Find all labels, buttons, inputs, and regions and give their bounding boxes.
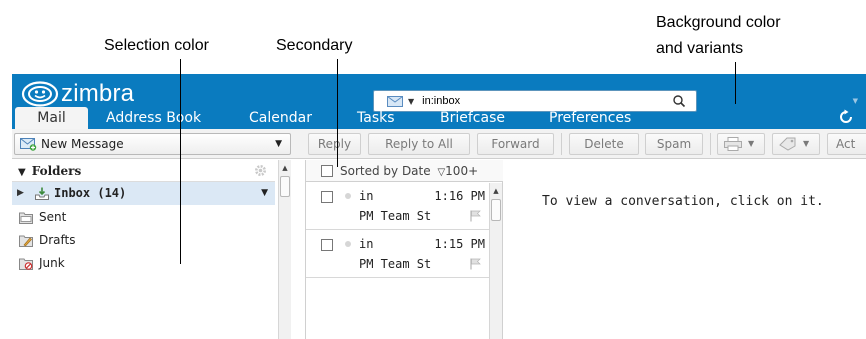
callout-secondary: Secondary <box>276 37 353 54</box>
delete-button[interactable]: Delete <box>569 133 639 155</box>
sent-folder-icon <box>19 212 33 224</box>
refresh-icon[interactable] <box>838 109 854 125</box>
unread-dot-icon[interactable] <box>345 193 351 199</box>
scroll-thumb[interactable] <box>280 176 290 197</box>
tab-briefcase[interactable]: Briefcase <box>440 107 505 129</box>
message-list-pane: Sorted by Date ▽100+ in 1:16 PM PM Team … <box>305 160 503 339</box>
folder-item-drafts[interactable]: Drafts <box>12 229 275 252</box>
flag-icon[interactable] <box>470 210 481 222</box>
message-checkbox[interactable] <box>321 239 333 251</box>
printer-icon <box>724 137 742 151</box>
sort-label: Sorted by Date <box>340 164 431 178</box>
new-message-icon <box>20 138 37 151</box>
zimbra-logo-icon <box>21 81 59 107</box>
message-folder: in <box>359 237 374 251</box>
folder-tree-pane: ▼ Folders ▶ Inbox (14) ▼ Sent Drafts Jun… <box>12 160 291 339</box>
folder-dropdown-icon[interactable]: ▼ <box>261 182 268 205</box>
toolbar-separator <box>561 133 562 155</box>
message-subject: PM Team St <box>359 209 432 223</box>
tag-button[interactable]: ▼ <box>772 133 820 155</box>
reply-all-button[interactable]: Reply to All <box>368 133 470 155</box>
collapse-triangle-icon[interactable]: ▼ <box>18 167 26 178</box>
forward-button[interactable]: Forward <box>477 133 554 155</box>
zimbra-window: zimbra ▼ in:inbox ▼ Mail Address Book Ca… <box>12 74 866 339</box>
logo-wordmark: zimbra <box>61 80 135 107</box>
message-subject: PM Team St <box>359 257 432 271</box>
scroll-thumb[interactable] <box>491 199 501 221</box>
app-header: zimbra ▼ in:inbox ▼ Mail Address Book Ca… <box>12 74 866 129</box>
search-type-dropdown-icon[interactable]: ▼ <box>408 97 414 106</box>
scroll-up-arrow-icon[interactable]: ▲ <box>490 185 502 197</box>
actions-button[interactable]: Act <box>827 133 866 155</box>
callout-background-line1: Background color <box>656 14 781 31</box>
tag-dropdown-icon[interactable]: ▼ <box>803 134 809 154</box>
spam-button[interactable]: Spam <box>645 133 703 155</box>
reading-pane: To view a conversation, click on it. <box>504 160 866 339</box>
tag-icon <box>779 137 796 151</box>
folder-item-inbox[interactable]: ▶ Inbox (14) ▼ <box>12 182 275 205</box>
sort-by-control[interactable]: Sorted by Date ▽100+ <box>340 160 478 184</box>
toolbar-separator <box>710 133 711 155</box>
tab-mail[interactable]: Mail <box>15 107 88 129</box>
message-list-header: Sorted by Date ▽100+ <box>306 160 503 182</box>
print-button[interactable]: ▼ <box>717 133 765 155</box>
mail-toolbar: New Message ▼ Reply Reply to All Forward… <box>12 129 866 159</box>
tab-preferences[interactable]: Preferences <box>549 107 631 129</box>
tab-tasks[interactable]: Tasks <box>357 107 395 129</box>
callout-background-line2: and variants <box>656 40 744 57</box>
junk-folder-icon <box>19 258 33 270</box>
new-message-dropdown-icon[interactable]: ▼ <box>275 134 282 154</box>
folders-header[interactable]: ▼ Folders <box>12 160 275 182</box>
message-checkbox[interactable] <box>321 191 333 203</box>
folder-item-sent[interactable]: Sent <box>12 206 275 229</box>
message-list-scrollbar[interactable]: ▲ <box>489 183 502 339</box>
folder-label: Junk <box>39 256 65 270</box>
inbox-icon <box>35 187 49 200</box>
expand-triangle-icon[interactable]: ▶ <box>17 182 24 205</box>
new-message-label: New Message <box>41 137 124 151</box>
print-dropdown-icon[interactable]: ▼ <box>748 134 754 154</box>
scroll-up-arrow-icon[interactable]: ▲ <box>279 162 291 174</box>
callout-line-selection <box>180 59 181 264</box>
gear-icon[interactable] <box>254 164 267 177</box>
app-tab-bar: Mail Address Book Calendar Tasks Briefca… <box>12 106 866 129</box>
zimbra-logo[interactable]: zimbra <box>21 80 135 107</box>
message-row[interactable]: in 1:15 PM PM Team St <box>306 231 489 278</box>
folder-label: Sent <box>39 210 67 224</box>
callout-line-background <box>735 62 736 104</box>
header-menu-caret-icon[interactable]: ▼ <box>853 97 858 105</box>
tab-address-book[interactable]: Address Book <box>106 107 201 129</box>
reading-pane-message: To view a conversation, click on it. <box>542 194 824 209</box>
mail-envelope-icon[interactable] <box>387 95 403 107</box>
folders-header-label: Folders <box>31 164 82 178</box>
folder-label: Drafts <box>39 233 76 247</box>
message-row[interactable]: in 1:16 PM PM Team St <box>306 183 489 230</box>
message-time: 1:15 PM <box>434 237 485 251</box>
callout-line-secondary <box>337 59 338 167</box>
folder-scrollbar[interactable]: ▲ <box>278 160 291 339</box>
drafts-folder-icon <box>19 235 33 247</box>
folder-label: Inbox (14) <box>54 186 127 200</box>
tab-calendar[interactable]: Calendar <box>249 107 312 129</box>
reply-button[interactable]: Reply <box>308 133 361 155</box>
select-all-checkbox[interactable] <box>321 165 333 177</box>
message-time: 1:16 PM <box>434 189 485 203</box>
flag-icon[interactable] <box>470 258 481 270</box>
new-message-button[interactable]: New Message ▼ <box>14 133 291 155</box>
callout-selection: Selection color <box>104 37 209 54</box>
message-folder: in <box>359 189 374 203</box>
unread-dot-icon[interactable] <box>345 241 351 247</box>
folder-item-junk[interactable]: Junk <box>12 252 275 275</box>
message-count: 100+ <box>445 164 479 178</box>
